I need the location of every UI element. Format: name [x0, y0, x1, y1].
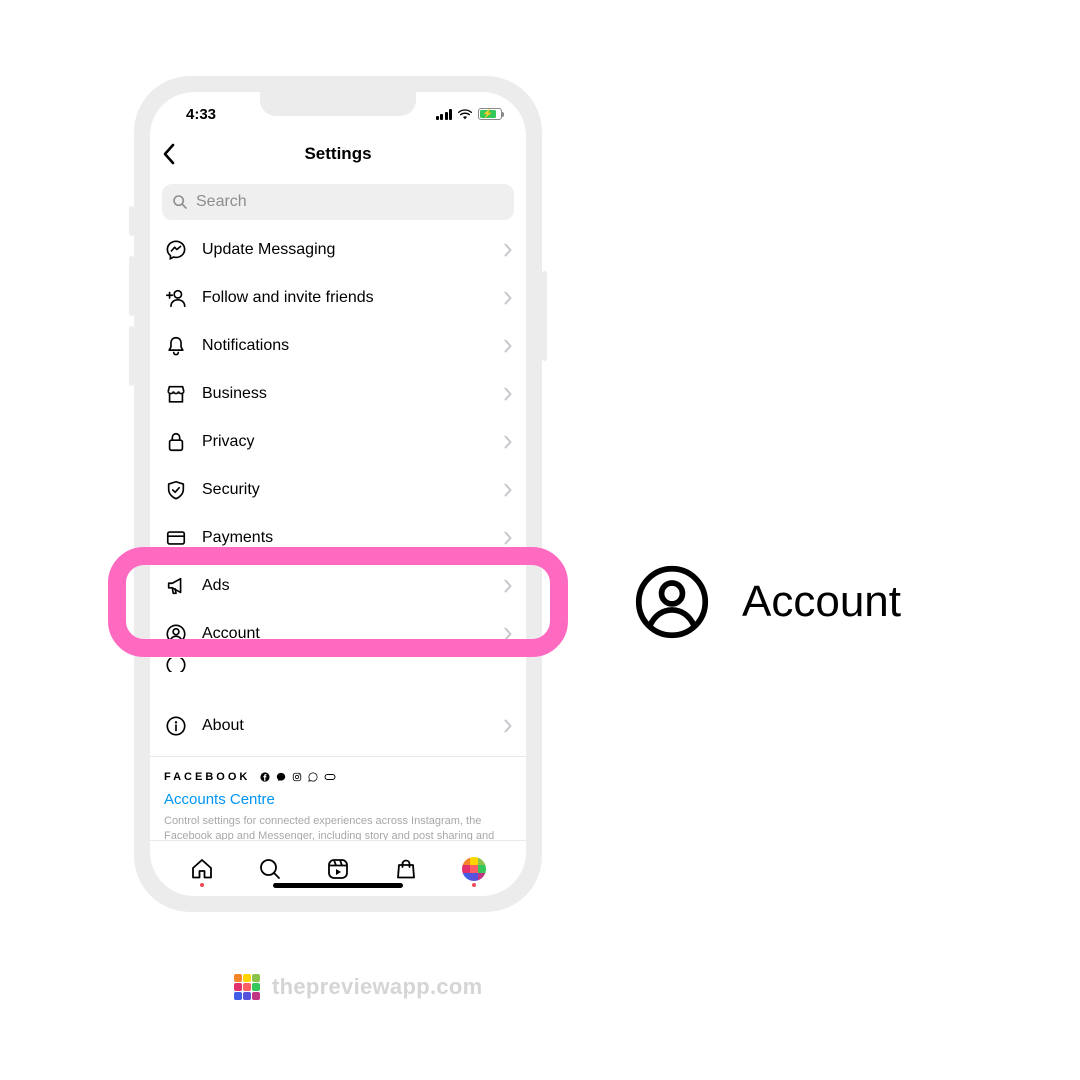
chevron-right-icon — [504, 291, 512, 305]
watermark-text: thepreviewapp.com — [272, 974, 483, 1000]
phone-side-button — [129, 206, 134, 236]
help-icon — [164, 658, 188, 672]
tab-shop[interactable] — [394, 857, 418, 881]
instagram-mini-icon — [292, 772, 302, 782]
chevron-right-icon — [504, 339, 512, 353]
notification-dot — [472, 883, 476, 887]
tab-reels[interactable] — [326, 857, 350, 881]
menu-item-label: Business — [202, 385, 490, 403]
watermark: thepreviewapp.com — [234, 974, 483, 1000]
phone-notch — [260, 92, 416, 116]
settings-content: Search Update Messaging Follow and invit… — [150, 174, 526, 840]
chevron-left-icon — [162, 143, 176, 165]
megaphone-icon — [164, 575, 188, 597]
phone-side-button — [129, 326, 134, 386]
facebook-section: FACEBOOK Accounts Centre Control setting… — [150, 763, 526, 840]
menu-item-label: Update Messaging — [202, 241, 490, 259]
add-person-icon — [164, 287, 188, 309]
wifi-icon — [457, 108, 473, 120]
menu-item-ads[interactable]: Ads — [150, 562, 526, 610]
menu-item-privacy[interactable]: Privacy — [150, 418, 526, 466]
home-icon — [190, 857, 214, 881]
accounts-centre-link[interactable]: Accounts Centre — [164, 791, 512, 808]
menu-item-label: Account — [202, 625, 490, 643]
chevron-right-icon — [504, 719, 512, 733]
messenger-mini-icon — [276, 772, 286, 782]
profile-avatar-icon — [462, 857, 486, 881]
bell-icon — [164, 335, 188, 357]
whatsapp-mini-icon — [308, 772, 318, 782]
page-title: Settings — [304, 144, 371, 164]
menu-item-account[interactable]: Account — [150, 610, 526, 658]
tab-search[interactable] — [258, 857, 282, 881]
notification-dot — [200, 883, 204, 887]
account-icon — [164, 623, 188, 645]
menu-item-label: Follow and invite friends — [202, 289, 490, 307]
info-icon — [164, 715, 188, 737]
nav-header: Settings — [150, 134, 526, 174]
search-input[interactable]: Search — [162, 184, 514, 220]
menu-item-business[interactable]: Business — [150, 370, 526, 418]
menu-item-label: Security — [202, 481, 490, 499]
chevron-right-icon — [504, 531, 512, 545]
home-indicator — [273, 883, 403, 888]
divider — [150, 756, 526, 757]
menu-item-label: Privacy — [202, 433, 490, 451]
status-time: 4:33 — [186, 106, 216, 123]
shop-icon — [394, 857, 418, 881]
lock-icon — [164, 431, 188, 453]
callout: Account — [634, 564, 901, 640]
menu-item-payments[interactable]: Payments — [150, 514, 526, 562]
preview-app-logo-icon — [234, 974, 260, 1000]
chevron-right-icon — [504, 435, 512, 449]
chevron-right-icon — [504, 579, 512, 593]
shield-icon — [164, 479, 188, 501]
phone-side-button — [129, 256, 134, 316]
phone-screen: 4:33 ⚡ Settin — [150, 92, 526, 896]
signal-icon — [436, 109, 453, 120]
oculus-mini-icon — [324, 773, 336, 781]
battery-icon: ⚡ — [478, 108, 502, 120]
tab-profile[interactable] — [462, 857, 486, 881]
menu-item-notifications[interactable]: Notifications — [150, 322, 526, 370]
phone-side-button — [542, 271, 547, 361]
menu-item-about[interactable]: About — [150, 702, 526, 750]
search-icon — [172, 194, 188, 210]
phone-frame: 4:33 ⚡ Settin — [134, 76, 542, 912]
back-button[interactable] — [162, 143, 176, 165]
search-icon — [258, 857, 282, 881]
menu-item-help[interactable] — [150, 658, 526, 672]
tab-home[interactable] — [190, 857, 214, 881]
menu-item-label: Payments — [202, 529, 490, 547]
chevron-right-icon — [504, 387, 512, 401]
menu-item-label: About — [202, 717, 490, 735]
chevron-right-icon — [504, 243, 512, 257]
chevron-right-icon — [504, 627, 512, 641]
menu-item-security[interactable]: Security — [150, 466, 526, 514]
settings-menu: Update Messaging Follow and invite frien… — [150, 226, 526, 840]
status-right: ⚡ — [436, 108, 503, 120]
chevron-right-icon — [504, 483, 512, 497]
account-icon — [634, 564, 710, 640]
messenger-icon — [164, 239, 188, 261]
callout-label: Account — [742, 577, 901, 627]
menu-item-follow-invite[interactable]: Follow and invite friends — [150, 274, 526, 322]
search-placeholder: Search — [196, 193, 247, 211]
facebook-heading-text: FACEBOOK — [164, 771, 250, 783]
storefront-icon — [164, 383, 188, 405]
facebook-app-icons — [260, 772, 336, 782]
facebook-description: Control settings for connected experienc… — [164, 814, 512, 840]
card-icon — [164, 527, 188, 549]
facebook-heading: FACEBOOK — [164, 771, 512, 783]
facebook-icon — [260, 772, 270, 782]
reels-icon — [326, 857, 350, 881]
menu-item-label: Ads — [202, 577, 490, 595]
menu-item-label: Notifications — [202, 337, 490, 355]
menu-item-update-messaging[interactable]: Update Messaging — [150, 226, 526, 274]
